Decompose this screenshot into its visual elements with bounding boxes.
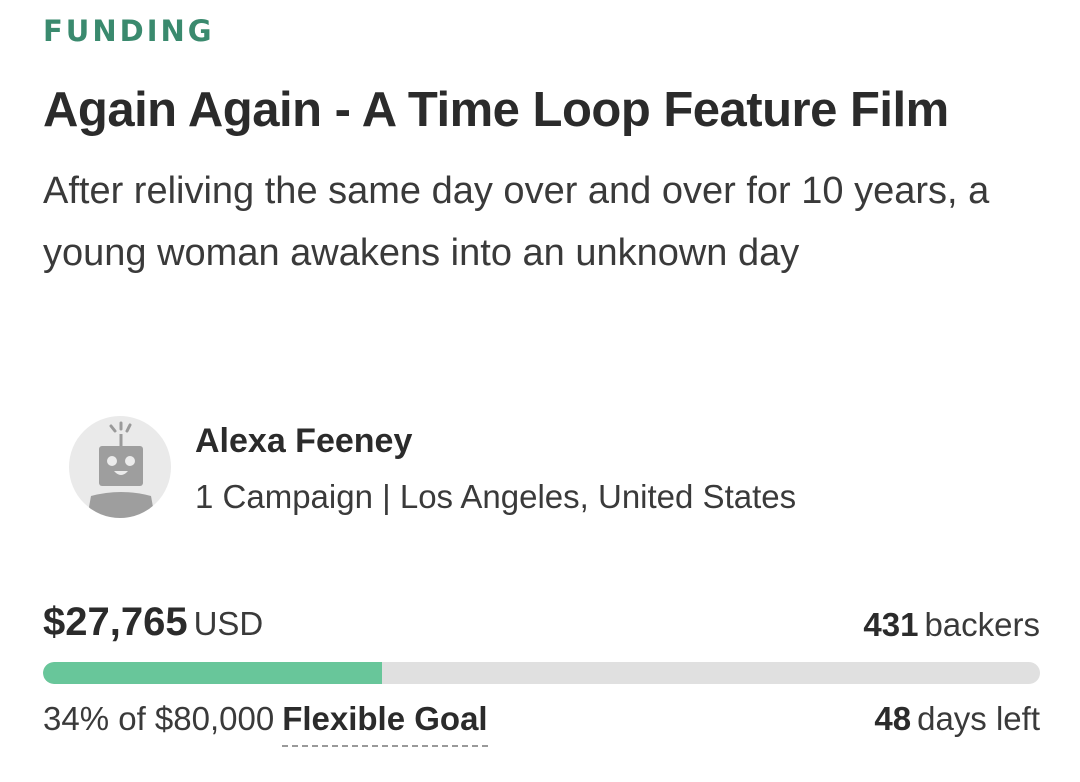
category-label[interactable]: FUNDING	[43, 14, 215, 48]
owner-name[interactable]: Alexa Feeney	[195, 422, 412, 461]
backers-label: backers	[924, 606, 1040, 643]
campaign-title: Again Again - A Time Loop Feature Film	[43, 83, 949, 137]
funding-stats: $27,765 USD 431 backers	[43, 600, 1040, 650]
days-number: 48	[874, 700, 912, 737]
campaign-tagline: After reliving the same day over and ove…	[43, 170, 990, 274]
funding-progress-bar	[43, 662, 1040, 684]
progress-fill	[43, 662, 382, 684]
currency-label: USD	[193, 605, 264, 642]
goal-summary: 34% of $80,000 Flexible Goal	[43, 700, 488, 747]
flexible-goal-tooltip[interactable]: Flexible Goal	[282, 700, 488, 747]
days-label: days left	[917, 700, 1040, 737]
robot-avatar-icon[interactable]	[69, 416, 171, 518]
backers-count: 431 backers	[863, 606, 1040, 644]
goal-stats: 34% of $80,000 Flexible Goal 48 days left	[43, 700, 1040, 760]
owner-meta: 1 Campaign | Los Angeles, United States	[195, 478, 797, 515]
days-left: 48 days left	[874, 700, 1040, 738]
funds-raised: $27,765 USD	[43, 600, 263, 645]
backers-number: 431	[863, 606, 919, 643]
percent-of-goal: 34% of $80,000	[43, 700, 275, 737]
amount-raised: $27,765	[43, 600, 188, 644]
